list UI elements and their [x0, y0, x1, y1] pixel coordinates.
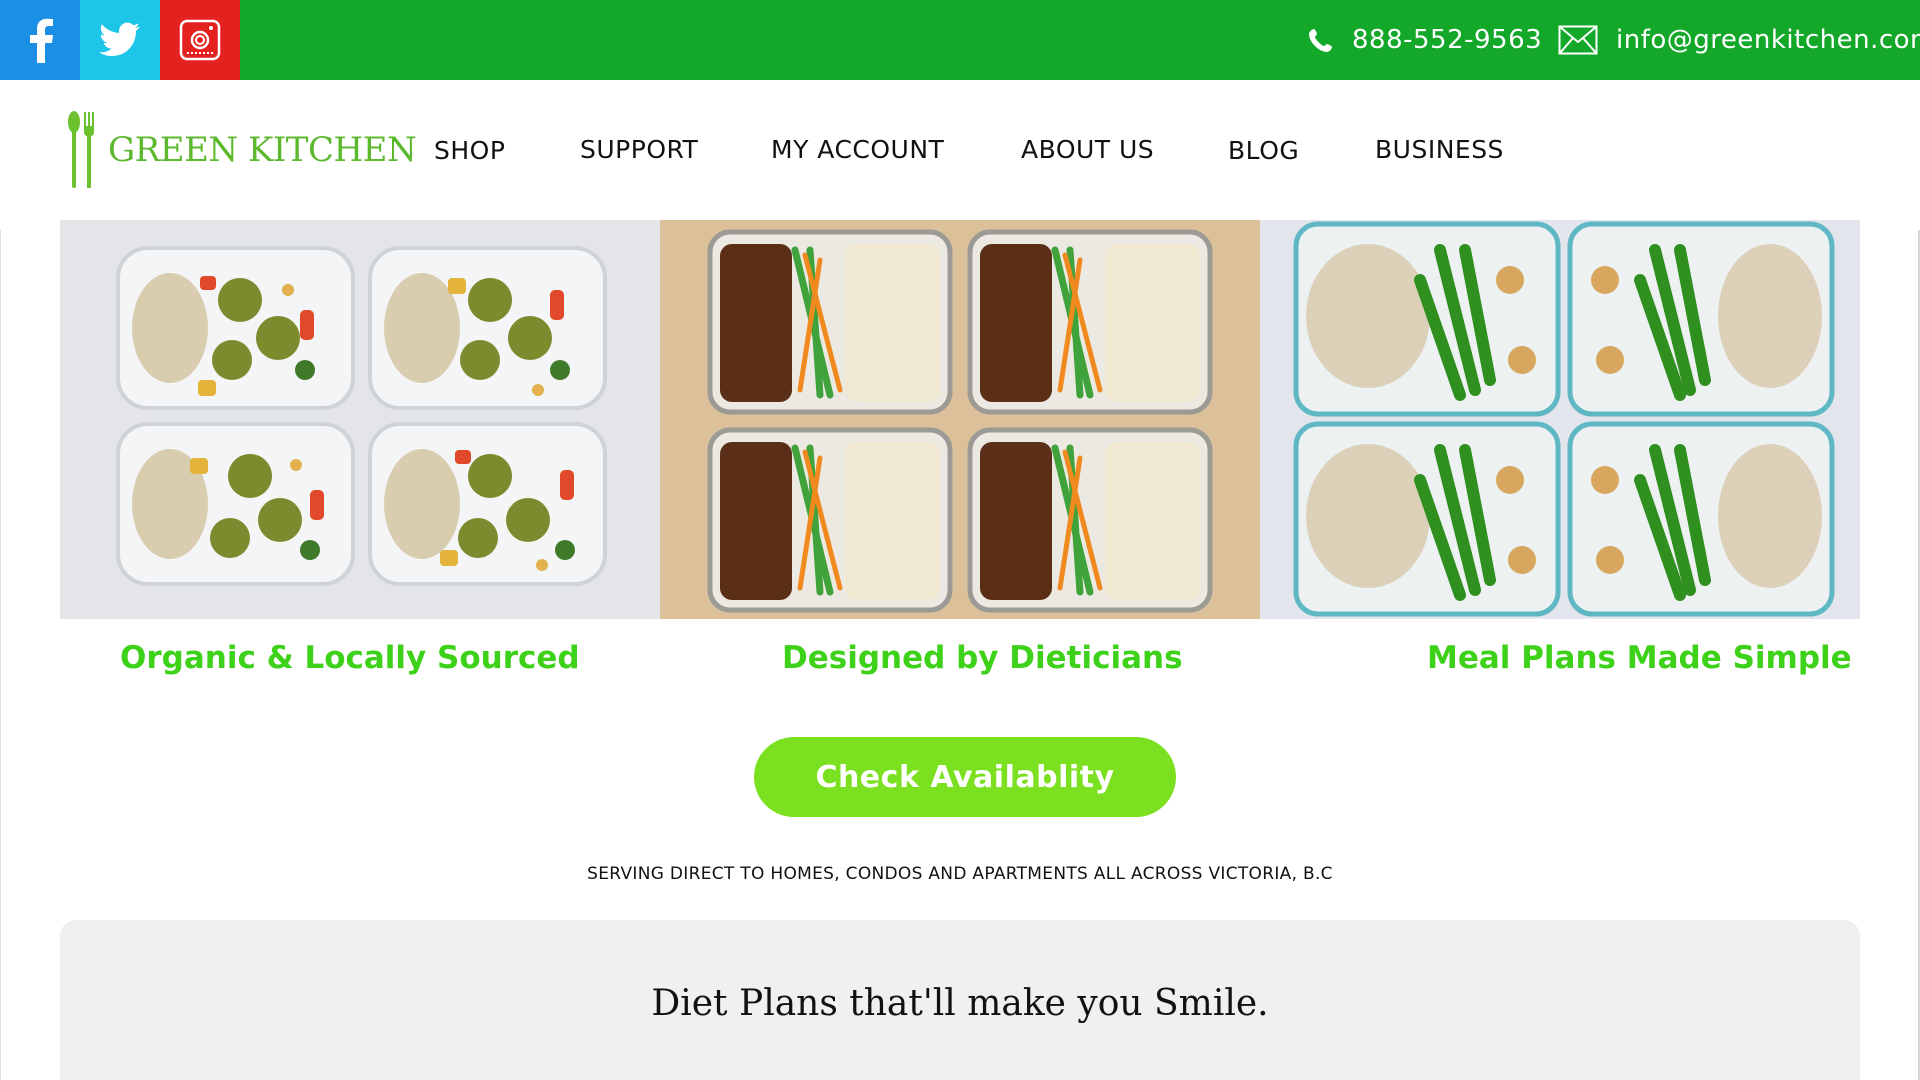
instagram-icon: [179, 19, 221, 61]
phone-icon: [1309, 29, 1332, 52]
twitter-icon: [99, 22, 140, 57]
diet-plans-section: Diet Plans that'll make you Smile.: [60, 920, 1860, 1080]
facebook-icon: [30, 18, 53, 63]
top-bar: 888-552-9563 info@greenkitchen.com: [0, 0, 1920, 80]
feature-meal-plans: Meal Plans Made Simple: [1427, 640, 1852, 676]
feature-dieticians: Designed by Dieticians: [782, 640, 1183, 676]
nav-item-support[interactable]: SUPPORT: [580, 135, 698, 164]
mail-icon: [1558, 25, 1598, 55]
phone-contact[interactable]: 888-552-9563: [1308, 0, 1542, 80]
nav-item-blog[interactable]: BLOG: [1228, 136, 1299, 165]
diet-plans-title: Diet Plans that'll make you Smile.: [651, 983, 1269, 1024]
twitter-link[interactable]: [80, 0, 160, 80]
nav-item-my-account[interactable]: MY ACCOUNT: [771, 135, 944, 164]
logo-text: GREEN KITCHEN: [108, 130, 417, 170]
facebook-link[interactable]: [0, 0, 80, 80]
phone-number: 888-552-9563: [1352, 25, 1543, 55]
nav-item-shop[interactable]: SHOP: [434, 136, 505, 165]
page-border-left: [0, 230, 1, 1080]
nav-item-about-us[interactable]: ABOUT US: [1021, 135, 1154, 164]
feature-organic: Organic & Locally Sourced: [120, 640, 580, 676]
meal-image-teriyaki: [660, 220, 1260, 619]
serving-text: SERVING DIRECT TO HOMES, CONDOS AND APAR…: [587, 864, 1333, 884]
email-address: info@greenkitchen.com: [1616, 25, 1920, 55]
email-contact[interactable]: info@greenkitchen.com: [1558, 0, 1920, 80]
cutlery-icon: [68, 111, 94, 188]
hero-images: [60, 220, 1860, 619]
check-availability-button[interactable]: Check Availablity: [754, 737, 1176, 817]
main-nav: GREEN KITCHEN SHOP SUPPORT MY ACCOUNT AB…: [0, 80, 1920, 230]
meal-image-chicken: [1260, 220, 1860, 619]
nav-item-business[interactable]: BUSINESS: [1375, 135, 1504, 164]
meal-image-falafel: [60, 220, 660, 619]
site-logo[interactable]: GREEN KITCHEN: [66, 110, 417, 190]
instagram-link[interactable]: [160, 0, 240, 80]
